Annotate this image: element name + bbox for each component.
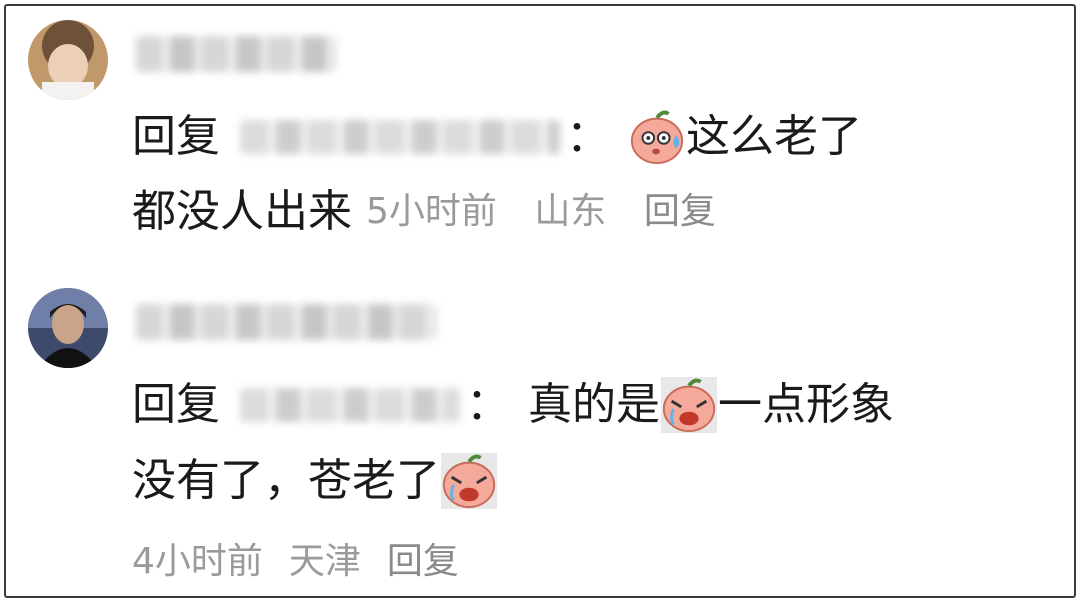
comment-time: 4小时前: [132, 541, 263, 582]
user-avatar[interactable]: [28, 20, 108, 100]
comment-text-line: 回复 ： 真的是 一点形象: [132, 376, 894, 434]
blurred-reply-target[interactable]: [240, 388, 460, 422]
crying-peach-emoji-icon: [660, 376, 718, 434]
avatar-image-icon: [28, 20, 108, 100]
comment-text-part1: 这么老了: [686, 111, 862, 162]
reply-prefix: 回复: [132, 111, 220, 162]
crying-peach-emoji-icon: [440, 452, 498, 510]
comment-text-part3: 没有了，苍老了: [132, 455, 440, 506]
comment-text-part2: 都没人出来: [132, 186, 352, 237]
reply-button[interactable]: 回复: [644, 191, 716, 232]
blurred-reply-target[interactable]: [240, 120, 560, 154]
avatar-image-icon: [28, 288, 108, 368]
comment-time: 5小时前: [366, 191, 497, 232]
sweating-peach-emoji-icon: [630, 110, 684, 165]
colon: ：: [566, 111, 610, 162]
reply-prefix: 回复: [132, 379, 220, 430]
blurred-username[interactable]: [136, 304, 436, 340]
comment-text-line: 回复 ： 这么老了: [132, 108, 862, 166]
comment-text-part2: 一点形象: [718, 379, 894, 430]
comment-meta: 5小时前 山东 回复: [366, 184, 742, 240]
user-avatar[interactable]: [28, 288, 108, 368]
colon: ：: [466, 379, 510, 430]
comment-location: 山东: [534, 191, 607, 232]
blurred-username[interactable]: [136, 36, 336, 72]
comment-text-part1: 真的是: [528, 379, 660, 430]
comment-text-line: 没有了，苍老了: [132, 452, 498, 510]
comment-meta: 4小时前 天津 回复: [132, 534, 485, 590]
comment-location: 天津: [288, 541, 361, 582]
reply-button[interactable]: 回复: [387, 534, 459, 590]
comment-text-line: 都没人出来 5小时前 山东 回复: [132, 184, 742, 240]
comment-panel: 回复 ： 这么老了 都没人出来 5小时前 山东 回复 回复 ： 真的是 一点形象…: [4, 4, 1076, 598]
